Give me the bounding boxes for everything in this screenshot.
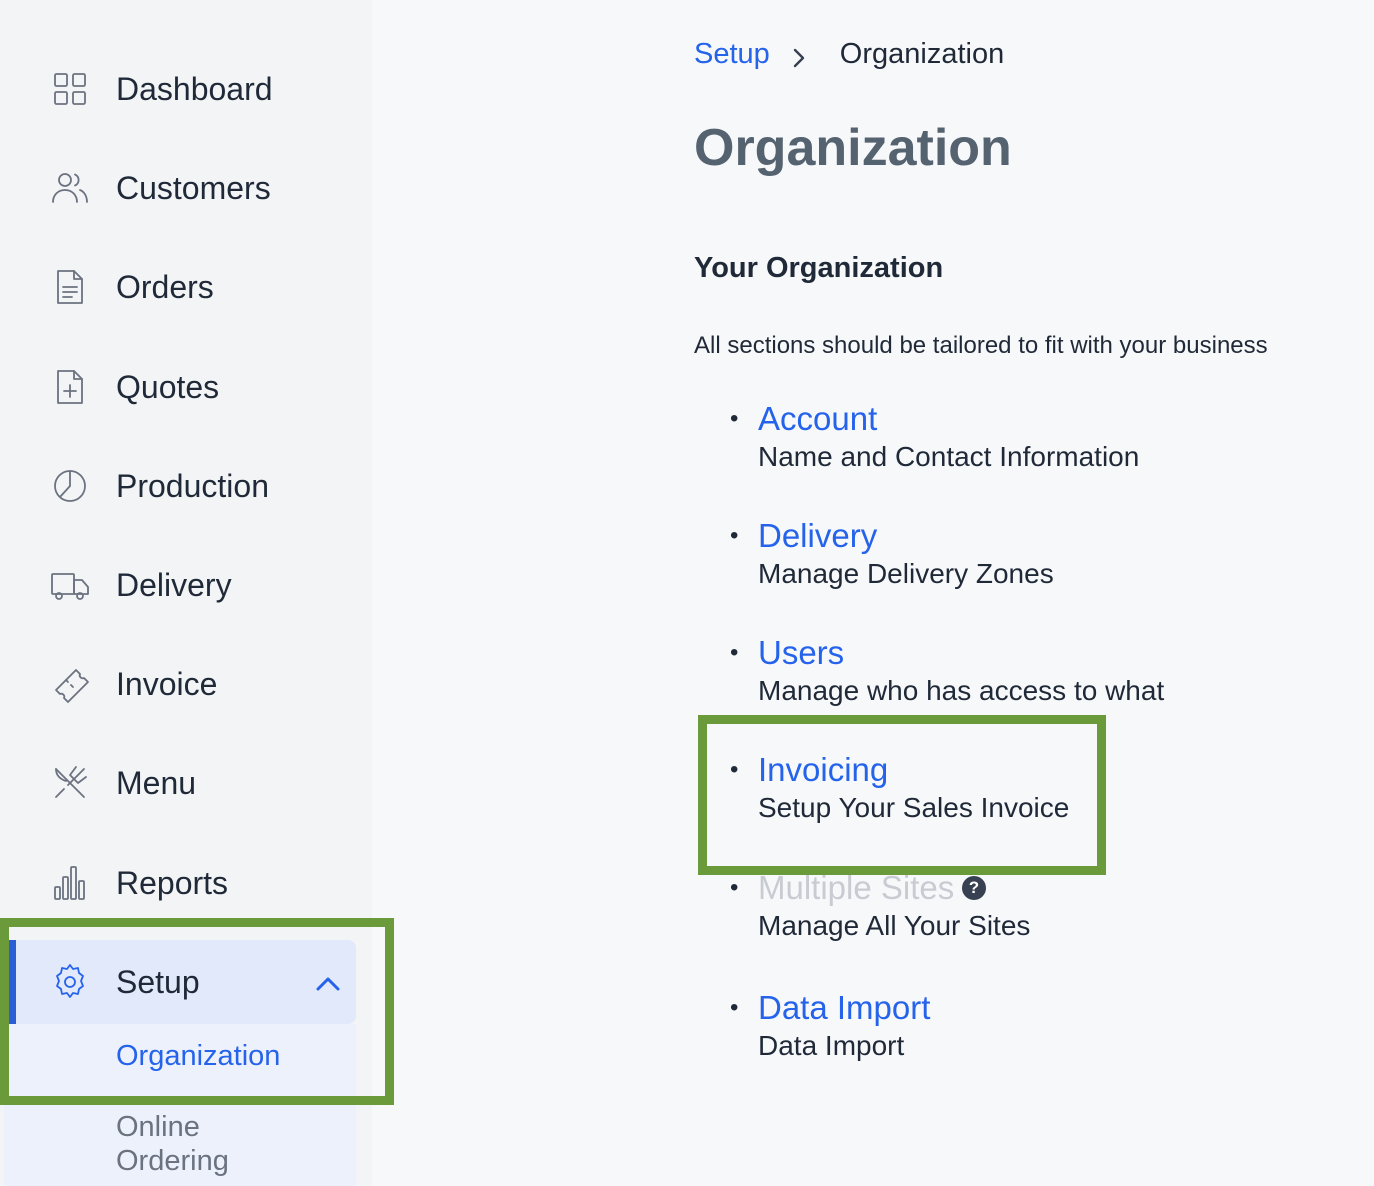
users-icon [50,168,90,208]
data-import-link[interactable]: Data Import [758,990,930,1026]
page-title: Organization [694,119,1012,177]
bullet: • [730,405,739,432]
truck-icon [50,565,90,605]
chevron-up-icon[interactable] [310,966,346,1002]
gear-icon [50,962,90,1002]
sidebar-item-label: Delivery [116,566,232,603]
sidebar-item-label: Orders [116,268,214,305]
bullet: • [730,639,739,666]
help-icon[interactable]: ? [962,876,986,900]
bullet: • [730,994,739,1021]
sidebar-item-label: Setup [116,963,200,1000]
sidebar-item-orders[interactable]: Orders [0,252,372,322]
multiple-sites-link: Multiple Sites [758,869,955,906]
breadcrumb-setup-link[interactable]: Setup [694,38,770,71]
section-description: All sections should be tailored to fit w… [694,332,1268,359]
delivery-description: Manage Delivery Zones [758,558,1054,589]
sidebar-item-label: Dashboard [116,70,273,107]
users-link[interactable]: Users [758,635,844,671]
sidebar-item-menu[interactable]: Menu [0,748,372,818]
section-title: Your Organization [694,252,944,284]
bar-chart-icon [50,863,90,903]
sidebar-item-quotes[interactable]: Quotes [0,352,372,422]
sidebar-item-production[interactable]: Production [0,451,372,521]
sidebar-item-delivery[interactable]: Delivery [0,550,372,620]
document-icon [50,267,90,307]
sidebar-item-label: Reports [116,864,229,901]
account-description: Name and Contact Information [758,441,1140,472]
sidebar-item-label: Customers [116,169,271,206]
sidebar-item-reports[interactable]: Reports [0,848,372,918]
bullet: • [730,522,739,549]
data-import-description: Data Import [758,1030,905,1061]
submenu-item-organization[interactable]: Organization [116,1040,280,1073]
sidebar-item-setup[interactable]: Setup [0,947,372,1017]
breadcrumb-current: Organization [839,38,1005,70]
multiple-sites-description: Manage All Your Sites [758,910,1031,941]
chevron-right-icon [788,44,810,67]
dashboard-icon [50,69,90,109]
breadcrumb: Setup Organization [694,38,1004,71]
users-description: Manage who has access to what [758,675,1165,706]
delivery-link[interactable]: Delivery [758,518,877,554]
bullet: • [730,874,739,901]
document-plus-icon [50,367,90,407]
utensils-icon [50,763,90,803]
bullet: • [730,756,739,783]
sidebar: Dashboard Customers Orders Quotes Produc… [0,0,372,1186]
sidebar-item-label: Production [116,467,269,504]
sidebar-item-invoice[interactable]: Invoice [0,649,372,719]
pie-chart-icon [50,466,90,506]
sidebar-item-label: Menu [116,764,197,801]
submenu-item-online-ordering[interactable]: Online Ordering [116,1110,276,1178]
sidebar-item-dashboard[interactable]: Dashboard [0,54,372,124]
main-content: Setup Organization Organization Your Org… [372,0,1374,1186]
sidebar-item-label: Invoice [116,665,218,702]
sidebar-item-customers[interactable]: Customers [0,153,372,223]
sidebar-item-label: Quotes [116,368,220,405]
ticket-icon [50,664,90,704]
invoicing-description: Setup Your Sales Invoice [758,792,1070,823]
invoicing-link[interactable]: Invoicing [758,752,888,788]
account-link[interactable]: Account [758,401,877,437]
